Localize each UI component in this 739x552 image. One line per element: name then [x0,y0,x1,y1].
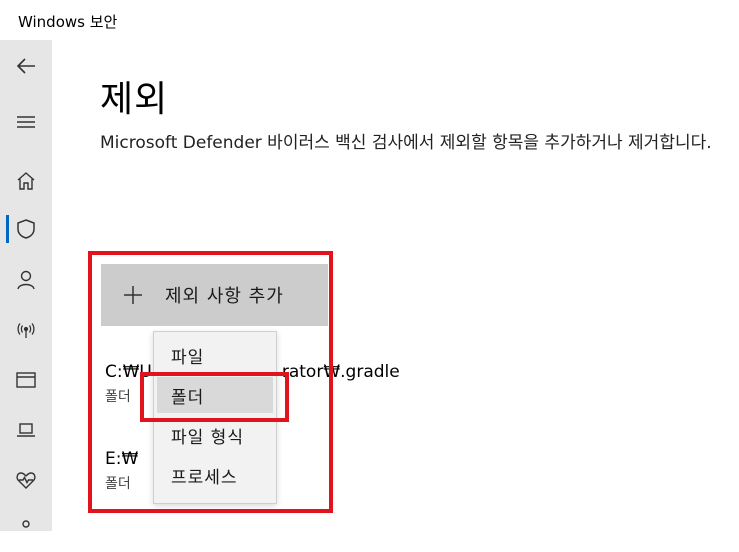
shield-icon [17,219,35,239]
person-icon [17,270,35,290]
menu-item-file[interactable]: 파일 [157,337,273,373]
app-browser-icon [16,372,36,388]
sidebar-item-family[interactable] [0,508,52,552]
back-arrow-icon [16,58,35,74]
sidebar-item-virus-protection[interactable] [0,207,52,251]
exclusion-item[interactable]: E:₩ 폴더 [105,449,138,493]
heart-pulse-icon [16,472,36,489]
sidebar-item-device-health[interactable] [0,458,52,502]
menu-button[interactable] [0,100,52,144]
laptop-icon [17,423,35,437]
add-exclusion-label: 제외 사항 추가 [165,286,284,307]
sidebar-item-firewall[interactable] [0,308,52,352]
wireless-icon [17,323,35,338]
sidebar-item-home[interactable] [0,159,52,203]
title-bar: Windows 보안 [0,0,739,40]
sidebar-item-device-security[interactable] [0,408,52,452]
sidebar-item-app-browser[interactable] [0,358,52,402]
page-title: 제외 [100,79,169,120]
exclusion-type: 폴더 [105,476,131,492]
back-button[interactable] [0,44,52,88]
window-title: Windows 보안 [18,13,118,31]
menu-item-folder[interactable]: 폴더 [157,377,273,413]
menu-item-file-type[interactable]: 파일 형식 [157,417,273,453]
home-icon [17,172,35,190]
add-exclusion-menu: 파일 폴더 파일 형식 프로세스 [153,331,277,504]
hamburger-menu-icon [17,116,35,128]
menu-item-process[interactable]: 프로세스 [157,457,273,493]
exclusion-path: E:₩ [105,449,139,469]
page-description: Microsoft Defender 바이러스 백신 검사에서 제외할 항목을 … [100,133,712,153]
main-content: 제외 Microsoft Defender 바이러스 백신 검사에서 제외할 항… [52,40,739,531]
sidebar-item-account[interactable] [0,258,52,302]
sidebar [0,40,52,531]
family-icon [22,520,30,528]
add-exclusion-button[interactable]: 제외 사항 추가 [101,264,328,326]
plus-icon [124,286,142,304]
